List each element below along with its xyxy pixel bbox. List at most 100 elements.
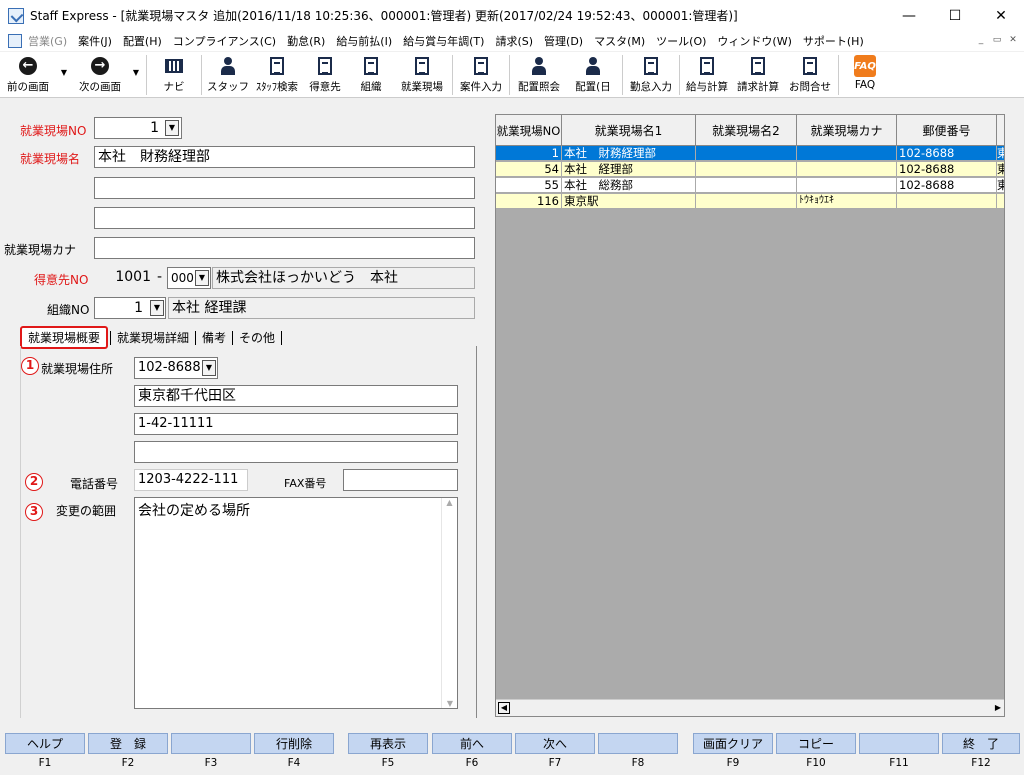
menu-sales[interactable]: 営業(G) <box>28 33 67 49</box>
menu-advance-pay[interactable]: 給与前払(I) <box>336 33 392 49</box>
toolbar-separator <box>679 55 680 95</box>
site-button[interactable]: 就業現場 <box>394 52 450 98</box>
f8-button[interactable] <box>598 733 678 754</box>
site-name-1-input[interactable]: 本社 財務経理部 <box>94 146 475 168</box>
function-key-bar: ヘルプ F1 登 録 F2 F3 行削除 F4 再表示 F5 前へ F6 次へ … <box>0 733 1024 775</box>
org-button[interactable]: 組織 <box>348 52 394 98</box>
menu-billing[interactable]: 請求(S) <box>495 33 533 49</box>
billing-calc-icon <box>748 56 768 76</box>
f11-button[interactable] <box>859 733 939 754</box>
f5-key-label: F5 <box>381 757 395 769</box>
minimize-button[interactable]: — <box>886 0 932 31</box>
f10-copy-button[interactable]: コピー <box>776 733 856 754</box>
f3-button[interactable] <box>171 733 251 754</box>
site-no-label: 就業現場NO <box>20 124 87 138</box>
case-input-button[interactable]: 案件入力 <box>455 52 507 98</box>
col-site-name2[interactable]: 就業現場名2 <box>696 115 797 146</box>
address1-input[interactable]: 東京都千代田区 <box>134 385 458 407</box>
menu-tools[interactable]: ツール(O) <box>656 33 706 49</box>
scroll-right-icon[interactable]: ▶ <box>992 702 1004 714</box>
next-dropdown-icon[interactable]: ▼ <box>128 52 144 98</box>
menu-admin[interactable]: 管理(D) <box>544 33 583 49</box>
tab-notes[interactable]: 備考 <box>198 327 230 348</box>
f11-key-label: F11 <box>889 757 909 769</box>
menu-support[interactable]: サポート(H) <box>803 33 864 49</box>
case-input-icon <box>471 56 491 76</box>
close-button[interactable]: ✕ <box>978 0 1024 31</box>
scope-scrollbar[interactable]: ▲ ▼ <box>441 498 457 708</box>
menu-case[interactable]: 案件(J) <box>78 33 112 49</box>
assign-day-button[interactable]: 配置(日 <box>566 52 620 98</box>
f6-key-label: F6 <box>465 757 479 769</box>
attendance-icon <box>641 56 661 76</box>
staff-button[interactable]: スタッフ <box>204 52 252 98</box>
client-branch-dropdown-icon[interactable]: ▼ <box>195 270 209 286</box>
site-icon <box>412 56 432 76</box>
menu-compliance[interactable]: コンプライアンス(C) <box>173 33 276 49</box>
site-no-dropdown-icon[interactable]: ▼ <box>165 120 179 136</box>
menu-master[interactable]: マスタ(M) <box>594 33 645 49</box>
fax-input[interactable] <box>343 469 458 491</box>
scroll-left-icon[interactable]: ◀ <box>498 702 510 714</box>
site-name-2-input[interactable] <box>94 177 475 199</box>
inquiry-button[interactable]: お問合せ <box>784 52 836 98</box>
postal-dropdown-icon[interactable]: ▼ <box>202 360 216 376</box>
col-address[interactable] <box>997 115 1004 146</box>
f4-delete-row-button[interactable]: 行削除 <box>254 733 334 754</box>
tab-detail[interactable]: 就業現場詳細 <box>113 327 193 348</box>
attendance-button[interactable]: 勤怠入力 <box>625 52 677 98</box>
phone-input[interactable]: 1203-4222-111 <box>134 469 248 491</box>
f7-next-button[interactable]: 次へ <box>515 733 595 754</box>
app-icon <box>8 7 24 24</box>
staff-search-button[interactable]: ｽﾀｯﾌ検索 <box>252 52 302 98</box>
f10-key-label: F10 <box>806 757 826 769</box>
f1-help-button[interactable]: ヘルプ <box>5 733 85 754</box>
kana-input[interactable] <box>94 237 475 259</box>
address3-input[interactable] <box>134 441 458 463</box>
f9-clear-button[interactable]: 画面クリア <box>693 733 773 754</box>
table-row[interactable]: 116 東京駅 ﾄｳｷｮｳｴｷ <box>496 194 1004 209</box>
address2-input[interactable]: 1-42-11111 <box>134 413 458 435</box>
f6-prev-button[interactable]: 前へ <box>432 733 512 754</box>
menu-attendance[interactable]: 勤怠(R) <box>287 33 325 49</box>
client-icon <box>315 56 335 76</box>
f12-exit-button[interactable]: 終 了 <box>942 733 1020 754</box>
back-arrow-icon: ← <box>18 56 38 76</box>
site-name-3-input[interactable] <box>94 207 475 229</box>
f1-key-label: F1 <box>38 757 52 769</box>
col-postal[interactable]: 郵便番号 <box>897 115 997 146</box>
table-row[interactable]: 1 本社 財務経理部 102-8688 東 <box>496 146 1004 161</box>
scope-textarea[interactable]: 会社の定める場所 ▲ ▼ <box>134 497 458 709</box>
billing-button[interactable]: 請求計算 <box>732 52 784 98</box>
col-site-name1[interactable]: 就業現場名1 <box>562 115 696 146</box>
table-row[interactable]: 55 本社 総務部 102-8688 東 <box>496 178 1004 193</box>
mdi-close-icon[interactable]: ✕ <box>1006 33 1020 47</box>
tab-other[interactable]: その他 <box>235 327 279 348</box>
f5-refresh-button[interactable]: 再表示 <box>348 733 428 754</box>
menu-payroll[interactable]: 給与賞与年調(T) <box>403 33 484 49</box>
back-dropdown-icon[interactable]: ▼ <box>56 52 72 98</box>
grid-hscrollbar[interactable]: ◀ ▶ <box>496 699 1004 716</box>
faq-button[interactable]: FAQ FAQ <box>841 52 889 98</box>
payroll-button[interactable]: 給与計算 <box>682 52 732 98</box>
org-name-field: 本社 経理課 <box>168 297 475 319</box>
org-no-label: 組織NO <box>47 303 90 317</box>
menu-assign[interactable]: 配置(H) <box>123 33 162 49</box>
next-button[interactable]: → 次の画面 <box>72 52 128 98</box>
client-button[interactable]: 得意先 <box>302 52 348 98</box>
col-site-no[interactable]: 就業現場NO <box>496 115 562 146</box>
org-no-dropdown-icon[interactable]: ▼ <box>150 300 164 316</box>
tab-divider <box>110 330 112 345</box>
scroll-up-icon[interactable]: ▲ <box>442 498 457 507</box>
menu-window[interactable]: ウィンドウ(W) <box>717 33 791 49</box>
mdi-minimize-icon[interactable]: _ <box>974 33 988 47</box>
back-button[interactable]: ← 前の画面 <box>0 52 56 98</box>
col-site-kana[interactable]: 就業現場カナ <box>797 115 897 146</box>
scroll-down-icon[interactable]: ▼ <box>442 699 458 708</box>
assign-query-button[interactable]: 配置照会 <box>512 52 566 98</box>
mdi-restore-icon[interactable]: ▭ <box>990 33 1004 47</box>
navi-button[interactable]: ナビ <box>149 52 199 98</box>
table-row[interactable]: 54 本社 経理部 102-8688 東 <box>496 162 1004 177</box>
f2-register-button[interactable]: 登 録 <box>88 733 168 754</box>
maximize-button[interactable]: ☐ <box>932 0 978 31</box>
